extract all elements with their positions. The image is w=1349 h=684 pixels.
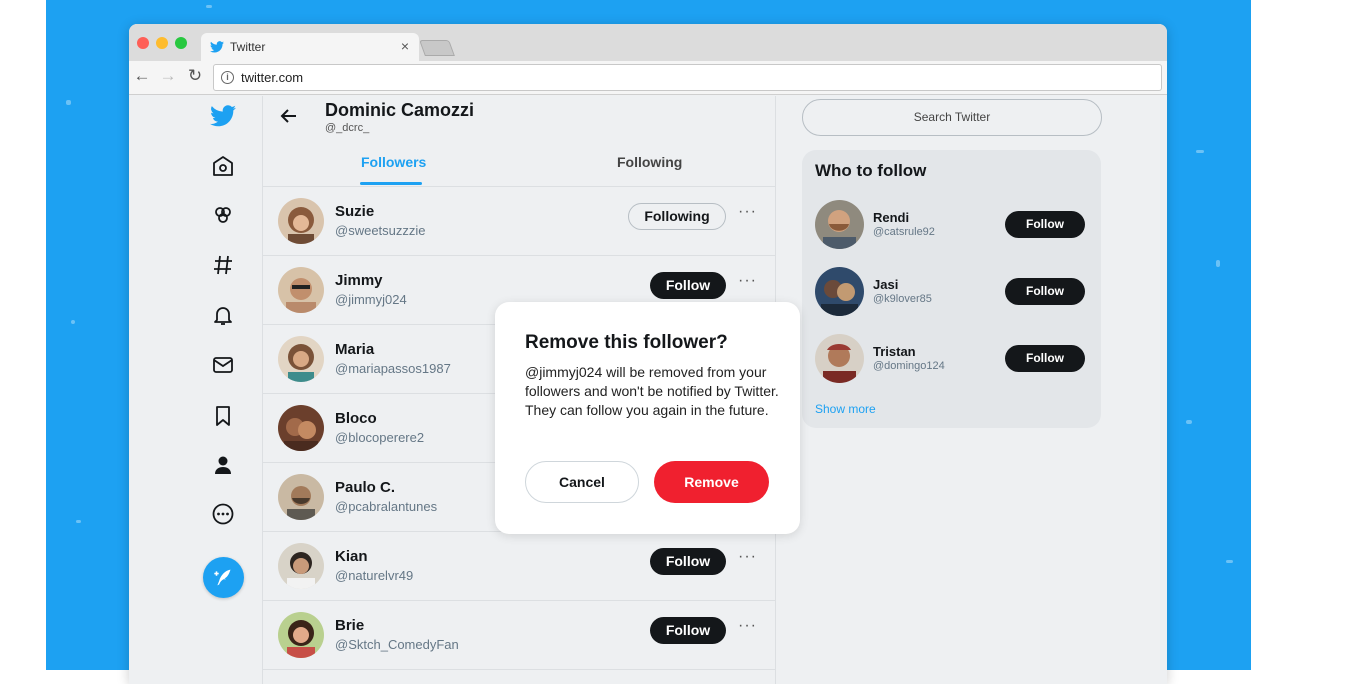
follower-handle: @pcabralantunes	[335, 499, 438, 514]
follower-name: Jimmy	[335, 272, 383, 289]
suggestion-rendi[interactable]: Rendi @catsrule92 Follow	[802, 200, 1101, 260]
follower-name: Bloco	[335, 410, 377, 427]
more-horizontal-icon[interactable]: ···	[738, 617, 757, 635]
follower-handle: @Sktch_ComedyFan	[335, 637, 459, 652]
info-icon[interactable]: i	[221, 71, 234, 84]
dialog-message: @jimmyj024 will be removed from your fol…	[525, 364, 779, 418]
avatar[interactable]	[278, 405, 324, 451]
suggestion-name: Rendi	[873, 210, 910, 225]
more-horizontal-icon[interactable]: ···	[738, 203, 757, 221]
follower-name: Kian	[335, 548, 368, 565]
tab-title: Twitter	[230, 40, 266, 54]
follower-handle: @sweetsuzzzie	[335, 223, 426, 238]
new-tab-button[interactable]	[419, 40, 455, 56]
browser-window: Twitter × ← → ↻ i twitter.com Dominic Ca…	[129, 24, 1167, 684]
avatar[interactable]	[278, 543, 324, 589]
forward-icon[interactable]: →	[158, 66, 178, 86]
follower-row-suzie[interactable]: Suzie @sweetsuzzzie Following ···	[263, 187, 775, 256]
follow-button[interactable]: Follow	[1005, 278, 1085, 305]
follower-name: Brie	[335, 617, 365, 634]
follow-button[interactable]: Follow	[650, 272, 726, 299]
tab-close-icon[interactable]: ×	[401, 38, 409, 54]
profile-header: Dominic Camozzi @_dcrc_ Followers Follow…	[263, 96, 775, 187]
avatar[interactable]	[815, 267, 864, 316]
follower-handle: @blocoperere2	[335, 430, 425, 445]
remove-follower-dialog: Remove this follower? @jimmyj024 will be…	[495, 302, 800, 534]
twitter-page: Dominic Camozzi @_dcrc_ Followers Follow…	[129, 96, 1167, 684]
browser-toolbar: ← → ↻ i twitter.com	[129, 61, 1167, 95]
follow-button[interactable]: Follow	[650, 617, 726, 644]
follow-button[interactable]: Follow	[1005, 345, 1085, 372]
more-horizontal-icon[interactable]: ···	[738, 548, 757, 566]
url-text[interactable]: twitter.com	[241, 70, 303, 85]
back-icon[interactable]: ←	[132, 66, 152, 86]
profile-person-icon[interactable]	[211, 453, 235, 477]
tab-followers[interactable]: Followers	[361, 154, 426, 170]
maximize-window-button[interactable]	[175, 37, 187, 49]
follow-button[interactable]: Follow	[1005, 211, 1085, 238]
suggestion-handle: @k9lover85	[873, 293, 932, 305]
dialog-title: Remove this follower?	[525, 332, 728, 353]
address-bar[interactable]: i twitter.com	[213, 64, 1162, 91]
messages-envelope-icon[interactable]	[211, 353, 235, 377]
follower-handle: @jimmyj024	[335, 292, 407, 307]
home-icon[interactable]	[211, 154, 235, 178]
suggestion-handle: @domingo124	[873, 360, 945, 372]
suggestion-jasi[interactable]: Jasi @k9lover85 Follow	[802, 267, 1101, 327]
suggestion-name: Jasi	[873, 277, 899, 292]
suggestion-tristan[interactable]: Tristan @domingo124 Follow	[802, 334, 1101, 394]
follower-name: Maria	[335, 341, 375, 358]
follower-handle: @mariapassos1987	[335, 361, 451, 376]
avatar[interactable]	[278, 474, 324, 520]
follower-handle: @naturelvr49	[335, 568, 414, 583]
more-horizontal-icon[interactable]: ···	[738, 272, 757, 290]
follow-button[interactable]: Follow	[650, 548, 726, 575]
close-window-button[interactable]	[137, 37, 149, 49]
more-options-icon[interactable]	[211, 502, 235, 526]
avatar[interactable]	[278, 612, 324, 658]
reload-icon[interactable]: ↻	[185, 66, 205, 86]
active-tab-indicator	[360, 182, 422, 185]
suggestion-name: Tristan	[873, 344, 916, 359]
tab-following[interactable]: Following	[617, 154, 682, 170]
suggestion-handle: @catsrule92	[873, 226, 935, 238]
compose-tweet-button[interactable]	[203, 557, 244, 598]
follower-row-kian[interactable]: Kian @naturelvr49 Follow ···	[263, 532, 775, 601]
following-button[interactable]: Following	[628, 203, 726, 230]
feather-quill-icon	[214, 569, 231, 586]
twitter-bird-icon	[210, 41, 224, 53]
avatar[interactable]	[815, 334, 864, 383]
avatar[interactable]	[278, 336, 324, 382]
browser-titlebar: Twitter ×	[129, 24, 1167, 61]
who-to-follow-panel: Who to follow Rendi @catsrule92 Follow J…	[802, 150, 1101, 428]
bookmarks-icon[interactable]	[211, 404, 235, 428]
twitter-logo-icon[interactable]	[210, 104, 236, 128]
avatar[interactable]	[815, 200, 864, 249]
back-arrow-icon[interactable]	[279, 106, 299, 126]
profile-name: Dominic Camozzi	[325, 100, 475, 120]
browser-tab[interactable]: Twitter ×	[201, 33, 419, 61]
avatar[interactable]	[278, 267, 324, 313]
notifications-bell-icon[interactable]	[211, 303, 235, 327]
cancel-button[interactable]: Cancel	[525, 461, 639, 503]
search-input[interactable]: Search Twitter	[802, 99, 1102, 136]
follower-row-brie[interactable]: Brie @Sktch_ComedyFan Follow ···	[263, 601, 775, 670]
follower-name: Suzie	[335, 203, 375, 220]
right-sidebar: Search Twitter Who to follow Rendi @cats…	[801, 96, 1102, 684]
communities-icon[interactable]	[211, 203, 235, 227]
follower-name: Paulo C.	[335, 479, 396, 496]
remove-button[interactable]: Remove	[654, 461, 769, 503]
minimize-window-button[interactable]	[156, 37, 168, 49]
profile-handle: @_dcrc_	[325, 122, 370, 134]
who-to-follow-title: Who to follow	[815, 161, 927, 180]
avatar[interactable]	[278, 198, 324, 244]
explore-hashtag-icon[interactable]	[211, 253, 235, 277]
show-more-link[interactable]: Show more	[815, 402, 876, 416]
